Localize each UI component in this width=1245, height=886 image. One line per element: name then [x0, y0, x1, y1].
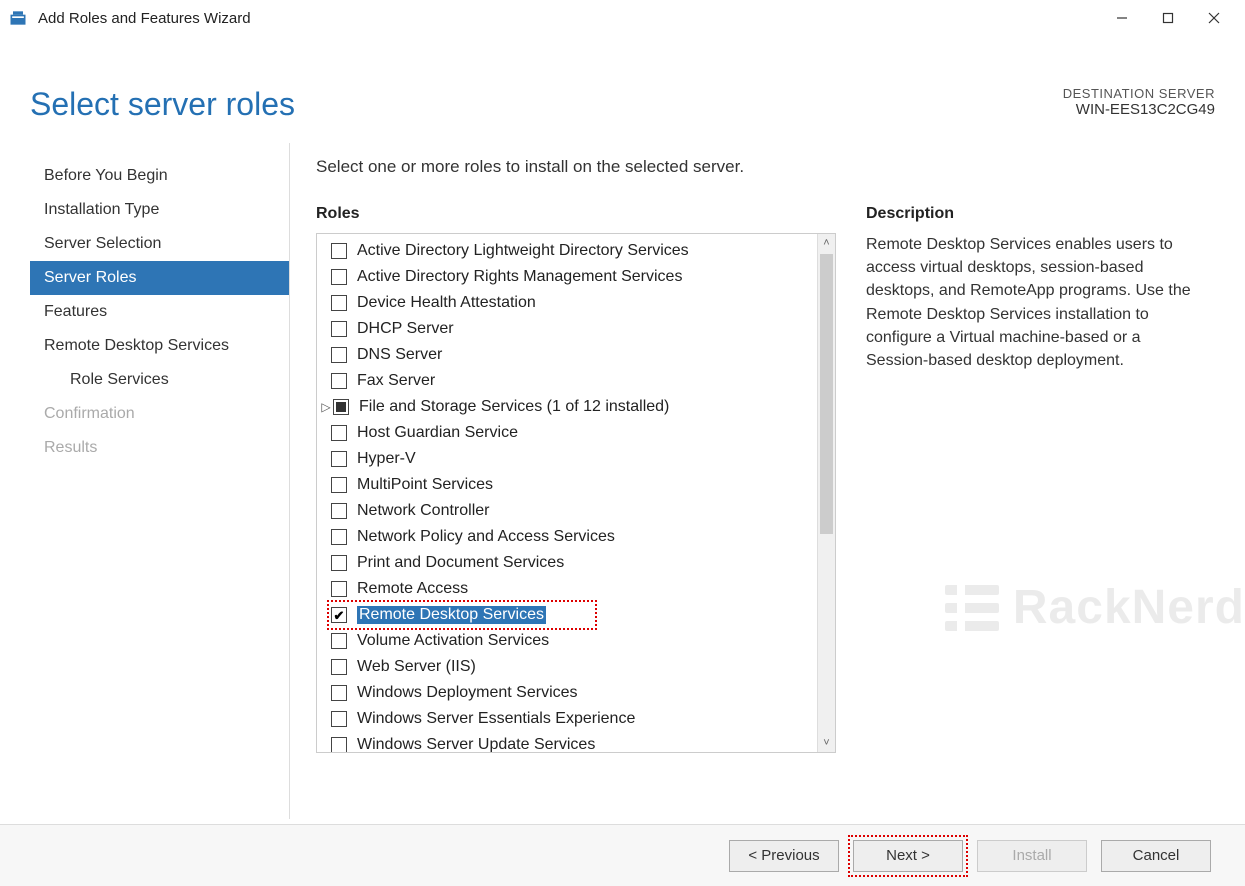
role-row[interactable]: DHCP Server — [331, 316, 815, 342]
role-checkbox[interactable] — [331, 555, 347, 571]
role-label: Print and Document Services — [357, 554, 564, 572]
role-label: Active Directory Rights Management Servi… — [357, 268, 682, 286]
role-label: Fax Server — [357, 372, 435, 390]
previous-button[interactable]: < Previous — [729, 840, 839, 872]
role-row[interactable]: ▷File and Storage Services (1 of 12 inst… — [331, 394, 815, 420]
role-checkbox[interactable] — [331, 737, 347, 752]
role-row[interactable]: Print and Document Services — [331, 550, 815, 576]
role-label: Active Directory Lightweight Directory S… — [357, 242, 689, 260]
role-label: Windows Server Essentials Experience — [357, 710, 635, 728]
roles-heading: Roles — [316, 205, 836, 223]
role-checkbox[interactable] — [331, 451, 347, 467]
role-row[interactable]: Network Controller — [331, 498, 815, 524]
role-row[interactable]: Remote Access — [331, 576, 815, 602]
wizard-footer: < Previous Next > Install Cancel — [0, 824, 1245, 886]
role-row[interactable]: Volume Activation Services — [331, 628, 815, 654]
role-label: DNS Server — [357, 346, 442, 364]
role-checkbox[interactable] — [331, 347, 347, 363]
page-title: Select server roles — [30, 86, 295, 123]
role-checkbox[interactable] — [331, 581, 347, 597]
nav-step-server-selection[interactable]: Server Selection — [30, 227, 289, 261]
app-icon — [8, 8, 28, 28]
next-button[interactable]: Next > — [853, 840, 963, 872]
nav-step-role-services[interactable]: Role Services — [30, 363, 289, 397]
role-row[interactable]: Web Server (IIS) — [331, 654, 815, 680]
role-checkbox[interactable] — [333, 399, 349, 415]
role-checkbox[interactable] — [331, 711, 347, 727]
role-checkbox[interactable] — [331, 425, 347, 441]
role-checkbox[interactable] — [331, 503, 347, 519]
nav-step-installation-type[interactable]: Installation Type — [30, 193, 289, 227]
roles-listbox[interactable]: Active Directory Lightweight Directory S… — [316, 233, 836, 753]
role-label: Hyper-V — [357, 450, 416, 468]
role-checkbox[interactable] — [331, 373, 347, 389]
role-label: Host Guardian Service — [357, 424, 518, 442]
role-row[interactable]: Active Directory Rights Management Servi… — [331, 264, 815, 290]
nav-step-before-you-begin[interactable]: Before You Begin — [30, 159, 289, 193]
role-checkbox[interactable] — [331, 633, 347, 649]
role-label: Windows Server Update Services — [357, 736, 595, 752]
role-row[interactable]: MultiPoint Services — [331, 472, 815, 498]
role-checkbox[interactable] — [331, 529, 347, 545]
roles-scrollbar[interactable]: ˄ ˅ — [817, 234, 835, 752]
destination-value: WIN-EES13C2CG49 — [1063, 101, 1215, 118]
scroll-down-icon[interactable]: ˅ — [818, 734, 835, 752]
minimize-button[interactable] — [1099, 3, 1145, 33]
window-title: Add Roles and Features Wizard — [38, 10, 1099, 27]
role-checkbox[interactable] — [331, 659, 347, 675]
install-button: Install — [977, 840, 1087, 872]
role-label: DHCP Server — [357, 320, 454, 338]
role-label: Remote Desktop Services — [357, 606, 546, 624]
wizard-steps-sidebar: Before You BeginInstallation TypeServer … — [30, 143, 290, 819]
destination-label: DESTINATION SERVER — [1063, 86, 1215, 101]
role-row[interactable]: Windows Deployment Services — [331, 680, 815, 706]
role-row[interactable]: Host Guardian Service — [331, 420, 815, 446]
role-row[interactable]: Windows Server Update Services — [331, 732, 815, 752]
destination-server: DESTINATION SERVER WIN-EES13C2CG49 — [1063, 86, 1215, 118]
scroll-thumb[interactable] — [820, 254, 833, 534]
role-checkbox[interactable] — [331, 295, 347, 311]
scroll-up-icon[interactable]: ˄ — [818, 234, 835, 252]
cancel-button[interactable]: Cancel — [1101, 840, 1211, 872]
nav-step-confirmation: Confirmation — [30, 397, 289, 431]
role-checkbox[interactable] — [331, 321, 347, 337]
role-label: MultiPoint Services — [357, 476, 493, 494]
title-bar: Add Roles and Features Wizard — [0, 0, 1245, 36]
role-label: Network Policy and Access Services — [357, 528, 615, 546]
role-checkbox[interactable] — [331, 607, 347, 623]
role-label: Network Controller — [357, 502, 489, 520]
role-label: Web Server (IIS) — [357, 658, 476, 676]
nav-step-features[interactable]: Features — [30, 295, 289, 329]
role-label: Device Health Attestation — [357, 294, 536, 312]
role-label: Windows Deployment Services — [357, 684, 578, 702]
role-checkbox[interactable] — [331, 477, 347, 493]
nav-step-results: Results — [30, 431, 289, 465]
role-checkbox[interactable] — [331, 685, 347, 701]
role-checkbox[interactable] — [331, 269, 347, 285]
description-heading: Description — [866, 205, 1195, 223]
role-label: File and Storage Services (1 of 12 insta… — [359, 398, 669, 416]
nav-step-server-roles[interactable]: Server Roles — [30, 261, 289, 295]
close-button[interactable] — [1191, 3, 1237, 33]
role-row[interactable]: Device Health Attestation — [331, 290, 815, 316]
instruction-text: Select one or more roles to install on t… — [316, 157, 1195, 177]
description-text: Remote Desktop Services enables users to… — [866, 233, 1195, 372]
maximize-button[interactable] — [1145, 3, 1191, 33]
role-checkbox[interactable] — [331, 243, 347, 259]
role-row[interactable]: Hyper-V — [331, 446, 815, 472]
role-label: Remote Access — [357, 580, 468, 598]
role-row[interactable]: Network Policy and Access Services — [331, 524, 815, 550]
role-row[interactable]: Active Directory Lightweight Directory S… — [331, 238, 815, 264]
role-row[interactable]: Fax Server — [331, 368, 815, 394]
role-row[interactable]: DNS Server — [331, 342, 815, 368]
role-row[interactable]: Remote Desktop Services — [331, 602, 815, 628]
tree-expand-icon[interactable]: ▷ — [319, 400, 333, 414]
nav-step-remote-desktop-services[interactable]: Remote Desktop Services — [30, 329, 289, 363]
role-label: Volume Activation Services — [357, 632, 549, 650]
role-row[interactable]: Windows Server Essentials Experience — [331, 706, 815, 732]
